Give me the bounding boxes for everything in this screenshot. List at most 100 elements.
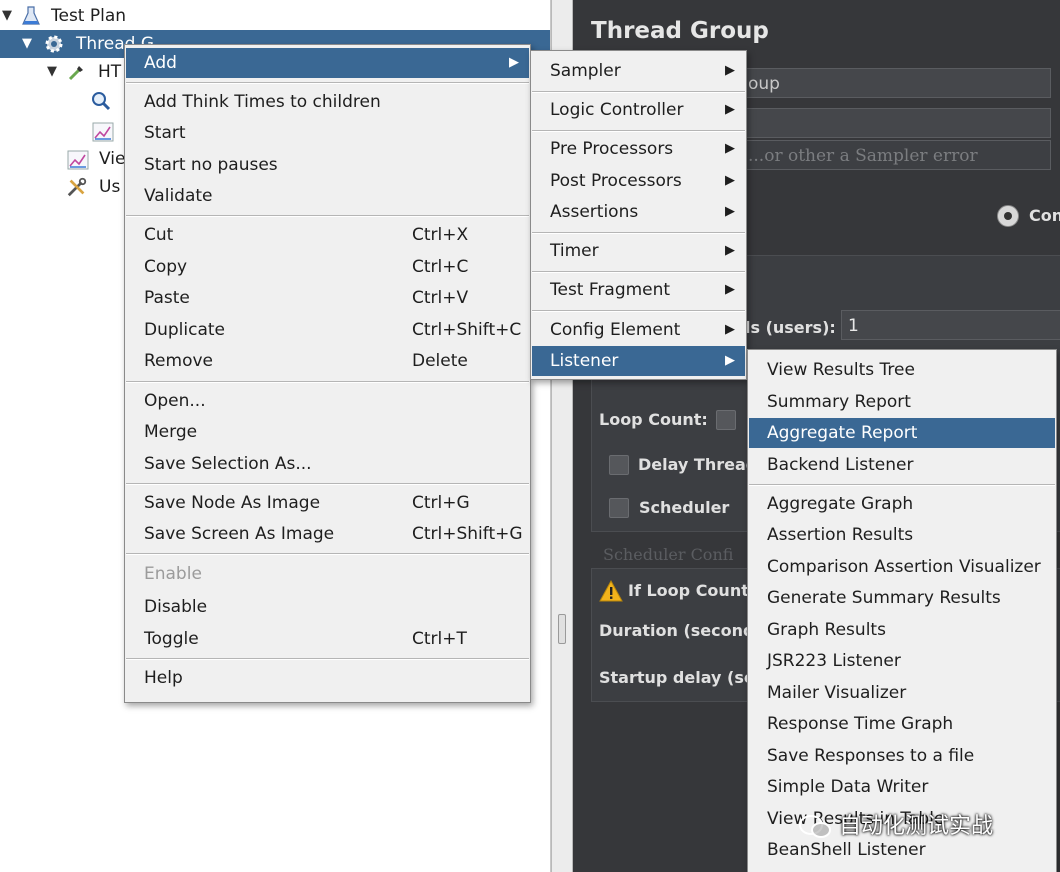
menu-item-config-element[interactable]: Config Element ▶ <box>532 315 745 345</box>
menu-item-jsr223-listener[interactable]: JSR223 Listener <box>749 646 1055 676</box>
menu-shortcut: Ctrl+X <box>412 225 469 245</box>
menu-label: Disable <box>144 597 208 617</box>
menu-label: Save Selection As... <box>144 454 312 474</box>
menu-item-save-responses[interactable]: Save Responses to a file <box>749 741 1055 771</box>
menu-label: Config Element <box>550 320 681 340</box>
menu-label: Enable <box>144 564 202 584</box>
menu-item-enable: Enable <box>126 559 529 589</box>
menu-item-merge[interactable]: Merge <box>126 417 529 447</box>
menu-label: Logic Controller <box>550 100 684 120</box>
menu-shortcut: Ctrl+V <box>412 288 469 308</box>
menu-label: View Results Tree <box>767 360 915 380</box>
menu-item-response-time-graph[interactable]: Response Time Graph <box>749 709 1055 739</box>
menu-item-start-no-pauses[interactable]: Start no pauses <box>126 150 529 180</box>
menu-label: Assertion Results <box>767 525 914 545</box>
tools-icon <box>66 176 88 198</box>
submenu-arrow-icon: ▶ <box>725 282 735 297</box>
submenu-arrow-icon: ▶ <box>725 141 735 156</box>
tree-node-user-defined[interactable]: Us <box>0 173 125 201</box>
menu-item-duplicate[interactable]: Duplicate Ctrl+Shift+C <box>126 315 529 345</box>
comments-field[interactable] <box>741 108 1051 138</box>
name-field[interactable]: oup <box>741 68 1051 98</box>
expand-arrow-icon[interactable]: ▼ <box>2 2 12 30</box>
tree-label: Vie <box>99 149 126 169</box>
menu-separator <box>126 215 529 217</box>
submenu-arrow-icon: ▶ <box>725 353 735 368</box>
menu-item-post-processors[interactable]: Post Processors ▶ <box>532 166 745 196</box>
tree-node-view-results[interactable]: Vie <box>0 145 125 173</box>
delay-thread-checkbox[interactable] <box>609 455 629 475</box>
menu-item-backend-listener[interactable]: Backend Listener <box>749 450 1055 480</box>
menu-item-save-screen-as-image[interactable]: Save Screen As Image Ctrl+Shift+G <box>126 519 529 549</box>
submenu-arrow-icon: ▶ <box>725 204 735 219</box>
menu-separator <box>126 381 529 383</box>
menu-item-test-fragment[interactable]: Test Fragment ▶ <box>532 275 745 305</box>
menu-item-aggregate-graph[interactable]: Aggregate Graph <box>749 489 1055 519</box>
menu-label: Generate Summary Results <box>767 588 1001 608</box>
pipette-icon <box>66 61 88 83</box>
startup-delay-label: Startup delay (sec <box>599 668 765 687</box>
radio-continue[interactable] <box>997 205 1019 227</box>
menu-item-sampler[interactable]: Sampler ▶ <box>532 56 745 86</box>
menu-item-generate-summary-results[interactable]: Generate Summary Results <box>749 583 1055 613</box>
menu-item-assertions[interactable]: Assertions ▶ <box>532 197 745 227</box>
divider-grip[interactable] <box>558 614 566 644</box>
menu-item-open[interactable]: Open... <box>126 386 529 416</box>
menu-shortcut: Ctrl+T <box>412 629 467 649</box>
submenu-arrow-icon: ▶ <box>509 55 519 70</box>
menu-item-aggregate-report[interactable]: Aggregate Report <box>749 418 1055 448</box>
menu-item-assertion-results[interactable]: Assertion Results <box>749 520 1055 550</box>
menu-label: Pre Processors <box>550 139 674 159</box>
scheduler-checkbox[interactable] <box>609 498 629 518</box>
menu-item-disable[interactable]: Disable <box>126 592 529 622</box>
tree-node-child[interactable] <box>0 88 125 116</box>
menu-label: Cut <box>144 225 174 245</box>
wechat-icon <box>799 815 831 838</box>
menu-item-simple-data-writer[interactable]: Simple Data Writer <box>749 772 1055 802</box>
menu-item-mailer-visualizer[interactable]: Mailer Visualizer <box>749 678 1055 708</box>
menu-item-graph-results[interactable]: Graph Results <box>749 615 1055 645</box>
menu-item-paste[interactable]: Paste Ctrl+V <box>126 283 529 313</box>
menu-item-help[interactable]: Help <box>126 663 529 693</box>
tree-label: HT <box>98 62 122 82</box>
menu-label: Simple Data Writer <box>767 777 929 797</box>
menu-item-logic-controller[interactable]: Logic Controller ▶ <box>532 95 745 125</box>
menu-item-validate[interactable]: Validate <box>126 181 529 211</box>
menu-item-start[interactable]: Start <box>126 118 529 148</box>
menu-label: Start no pauses <box>144 155 278 175</box>
expand-arrow-icon[interactable]: ▼ <box>22 30 32 58</box>
tree-label: Test Plan <box>51 6 127 26</box>
name-value: oup <box>748 74 780 94</box>
radio-label: Con <box>1029 206 1060 225</box>
tree-node-child[interactable] <box>0 118 125 146</box>
users-input[interactable]: 1 <box>841 310 1060 340</box>
menu-label: Paste <box>144 288 190 308</box>
menu-item-cut[interactable]: Cut Ctrl+X <box>126 220 529 250</box>
menu-item-add[interactable]: Add ▶ <box>126 48 529 78</box>
menu-label: Test Fragment <box>550 280 671 300</box>
menu-item-add-think-times[interactable]: Add Think Times to children <box>126 87 529 117</box>
menu-item-copy[interactable]: Copy Ctrl+C <box>126 252 529 282</box>
tree-node-test-plan[interactable]: ▼ Test Plan <box>0 2 550 30</box>
menu-separator <box>532 271 745 273</box>
menu-item-comparison-assertion-visualizer[interactable]: Comparison Assertion Visualizer <box>749 552 1055 582</box>
page-title: Thread Group <box>591 18 769 44</box>
menu-item-remove[interactable]: Remove Delete <box>126 346 529 376</box>
menu-item-view-results-tree[interactable]: View Results Tree <box>749 355 1055 385</box>
menu-item-timer[interactable]: Timer ▶ <box>532 236 745 266</box>
context-menu: Add ▶ Add Think Times to children Start S… <box>124 44 531 703</box>
menu-item-summary-report[interactable]: Summary Report <box>749 387 1055 417</box>
menu-item-pre-processors[interactable]: Pre Processors ▶ <box>532 134 745 164</box>
menu-label: Open... <box>144 391 206 411</box>
menu-separator <box>126 483 529 485</box>
menu-item-save-node-as-image[interactable]: Save Node As Image Ctrl+G <box>126 488 529 518</box>
menu-label: BeanShell Listener <box>767 840 926 860</box>
loop-infinite-checkbox[interactable] <box>716 410 736 430</box>
error-action-text: ...or other a Sampler error <box>748 146 978 166</box>
menu-item-toggle[interactable]: Toggle Ctrl+T <box>126 624 529 654</box>
menu-item-save-selection-as[interactable]: Save Selection As... <box>126 449 529 479</box>
loop-count-label: Loop Count: <box>599 410 708 429</box>
menu-label: Add <box>144 53 177 73</box>
expand-arrow-icon[interactable]: ▼ <box>47 58 57 86</box>
menu-item-listener[interactable]: Listener ▶ <box>532 346 745 376</box>
